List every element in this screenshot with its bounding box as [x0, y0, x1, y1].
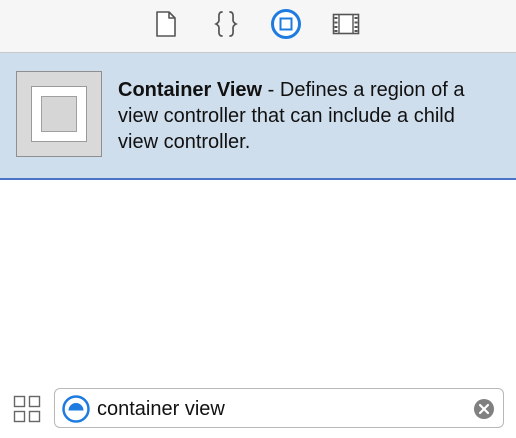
- media-library-icon: [332, 13, 360, 35]
- library-item-description: Container View - Defines a region of a v…: [118, 77, 498, 155]
- code-snippet-icon: [214, 11, 238, 37]
- library-item-container-view[interactable]: Container View - Defines a region of a v…: [0, 53, 516, 180]
- tab-file-template-library[interactable]: [150, 8, 182, 40]
- object-library-panel: Container View - Defines a region of a v…: [0, 0, 516, 438]
- library-tab-bar: [0, 0, 516, 53]
- object-library-icon: [271, 9, 301, 39]
- scope-filter-icon[interactable]: [62, 395, 90, 423]
- tab-media-library[interactable]: [330, 8, 362, 40]
- library-filter-bar: [0, 380, 516, 438]
- container-view-icon-child: [41, 96, 77, 132]
- tab-object-library[interactable]: [270, 8, 302, 40]
- file-template-icon: [156, 11, 176, 37]
- container-view-icon-frame: [31, 86, 87, 142]
- grid-view-icon[interactable]: [12, 394, 42, 424]
- filter-input[interactable]: [97, 393, 457, 425]
- clear-search-icon[interactable]: [473, 398, 495, 420]
- library-filter-field[interactable]: [54, 388, 504, 428]
- tab-code-snippet-library[interactable]: [210, 8, 242, 40]
- library-item-separator: -: [262, 79, 280, 101]
- library-item-title: Container View: [118, 79, 263, 101]
- container-view-icon: [16, 71, 102, 157]
